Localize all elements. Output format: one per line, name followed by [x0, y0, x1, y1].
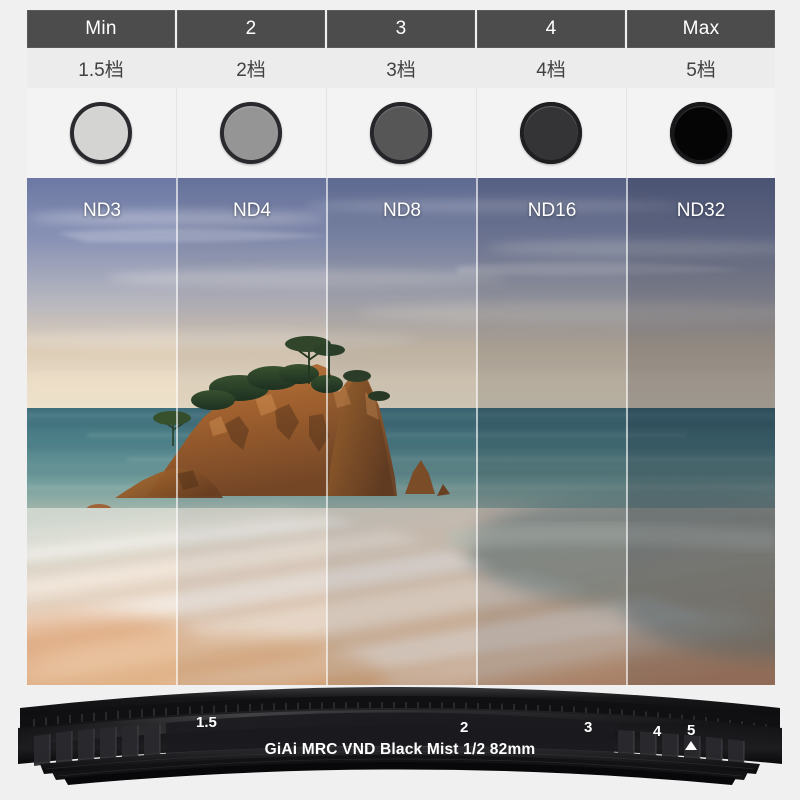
- glass-cell-2: [176, 88, 325, 178]
- filter-glass-swatch: [520, 102, 582, 164]
- filter-ring-illustration: [18, 687, 782, 785]
- filter-glass-swatch: [370, 102, 432, 164]
- sample-photo-seascape: [27, 178, 775, 685]
- filter-glass-swatch: [70, 102, 132, 164]
- stops-label: 1.5档: [78, 59, 124, 81]
- stops-label: 3档: [386, 59, 416, 81]
- header-label: 3: [395, 18, 407, 39]
- seascape-illustration: [27, 178, 775, 685]
- header-cell-4: 4: [477, 10, 625, 48]
- stops-label: 2档: [236, 59, 266, 81]
- ring-index-triangle-icon: [685, 741, 697, 750]
- glass-cell-5: [626, 88, 775, 178]
- filter-glass-swatch: [220, 102, 282, 164]
- glass-sample-row: [27, 88, 775, 178]
- filter-glass-swatch: [670, 102, 732, 164]
- filter-ring-product-photo: [0, 672, 800, 800]
- header-cell-3: 3: [327, 10, 475, 48]
- header-cell-max: Max: [627, 10, 775, 48]
- header-cell-2: 2: [177, 10, 325, 48]
- header-label: 2: [245, 18, 257, 39]
- product-comparison-infographic: Min 2 3 4 Max 1.5档 2档 3档 4档 5档 ND3 ND4 N…: [0, 0, 800, 800]
- glass-cell-4: [476, 88, 625, 178]
- glass-cell-3: [326, 88, 475, 178]
- header-label: Max: [682, 18, 720, 39]
- stops-cell-3: 3档: [327, 48, 475, 88]
- stops-cell-5: 5档: [627, 48, 775, 88]
- glass-cell-1: [27, 88, 175, 178]
- stops-cell-4: 4档: [477, 48, 625, 88]
- stops-cell-2: 2档: [177, 48, 325, 88]
- stops-row: 1.5档 2档 3档 4档 5档: [27, 48, 775, 88]
- stops-label: 4档: [536, 59, 566, 81]
- stops-label: 5档: [686, 59, 716, 81]
- header-cell-min: Min: [27, 10, 175, 48]
- density-header-row: Min 2 3 4 Max: [27, 10, 775, 48]
- header-label: Min: [85, 18, 117, 39]
- header-label: 4: [545, 18, 557, 39]
- stops-cell-1: 1.5档: [27, 48, 175, 88]
